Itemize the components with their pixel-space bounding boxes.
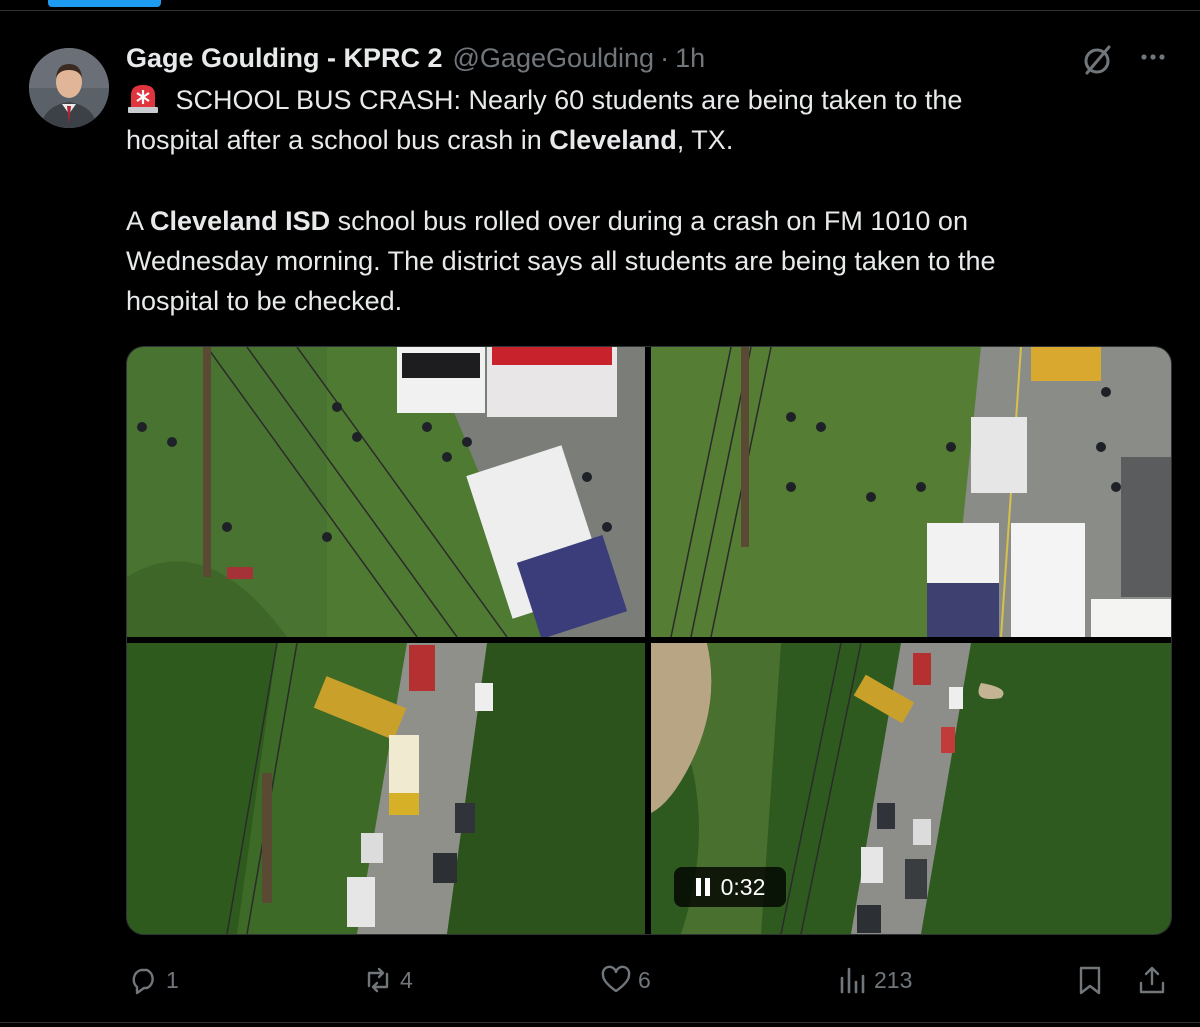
reply-icon bbox=[132, 968, 154, 995]
repost-button[interactable]: 4 bbox=[362, 962, 413, 998]
reply-count: 1 bbox=[166, 966, 179, 993]
timestamp[interactable]: 1h bbox=[675, 43, 705, 74]
video-frame-top-left bbox=[127, 347, 645, 637]
video-frame-bottom-left bbox=[127, 643, 645, 934]
action-bar: 1 4 6 213 bbox=[0, 962, 1200, 1002]
views-count: 213 bbox=[874, 966, 913, 993]
tweet-header: Gage Goulding - KPRC 2 @GageGoulding · 1… bbox=[126, 40, 705, 76]
like-count: 6 bbox=[638, 966, 651, 993]
grok-icon[interactable] bbox=[1079, 42, 1115, 78]
repost-icon bbox=[367, 967, 389, 993]
share-icon bbox=[1139, 966, 1165, 994]
tweet-paragraph-2: A Cleveland ISD school bus rolled over d… bbox=[126, 206, 968, 236]
bold-cleveland-isd: Cleveland ISD bbox=[150, 206, 331, 236]
video-frame-top-right bbox=[651, 347, 1171, 637]
divider bbox=[0, 1022, 1200, 1023]
tweet-paragraph-2-line-3: hospital to be checked. bbox=[126, 286, 403, 316]
siren-icon bbox=[126, 83, 160, 113]
bookmark-button[interactable] bbox=[1074, 962, 1106, 998]
top-tab-bar bbox=[0, 0, 1200, 11]
repost-count: 4 bbox=[400, 966, 413, 993]
tweet-text: SCHOOL BUS CRASH: Nearly 60 students are… bbox=[126, 80, 1166, 321]
share-button[interactable] bbox=[1136, 962, 1168, 998]
active-tab-indicator bbox=[48, 0, 161, 7]
author-handle[interactable]: @GageGoulding bbox=[453, 43, 655, 74]
pause-icon[interactable] bbox=[695, 878, 711, 896]
tweet-line-1: SCHOOL BUS CRASH: Nearly 60 students are… bbox=[126, 80, 1166, 120]
video-time: 0:32 bbox=[720, 873, 766, 900]
tweet-paragraph-2-line-2: Wednesday morning. The district says all… bbox=[126, 246, 996, 276]
tweet-line-2: hospital after a school bus crash in Cle… bbox=[126, 125, 734, 155]
more-icon[interactable] bbox=[1138, 42, 1168, 72]
bookmark-icon bbox=[1079, 966, 1101, 995]
views-icon bbox=[840, 967, 865, 994]
reply-button[interactable]: 1 bbox=[128, 962, 179, 998]
separator-dot: · bbox=[660, 42, 670, 73]
video-timestamp[interactable]: 0:32 bbox=[674, 867, 786, 907]
tweet[interactable]: Gage Goulding - KPRC 2 @GageGoulding · 1… bbox=[0, 12, 1200, 1022]
headline-text: SCHOOL BUS CRASH: Nearly 60 students are… bbox=[168, 85, 963, 115]
avatar[interactable] bbox=[29, 48, 109, 128]
bold-cleveland: Cleveland bbox=[549, 125, 677, 155]
like-button[interactable]: 6 bbox=[600, 962, 651, 998]
views-button[interactable]: 213 bbox=[836, 962, 912, 998]
like-icon bbox=[601, 965, 631, 993]
author-name[interactable]: Gage Goulding - KPRC 2 bbox=[126, 43, 443, 74]
video-player[interactable] bbox=[126, 346, 1172, 935]
